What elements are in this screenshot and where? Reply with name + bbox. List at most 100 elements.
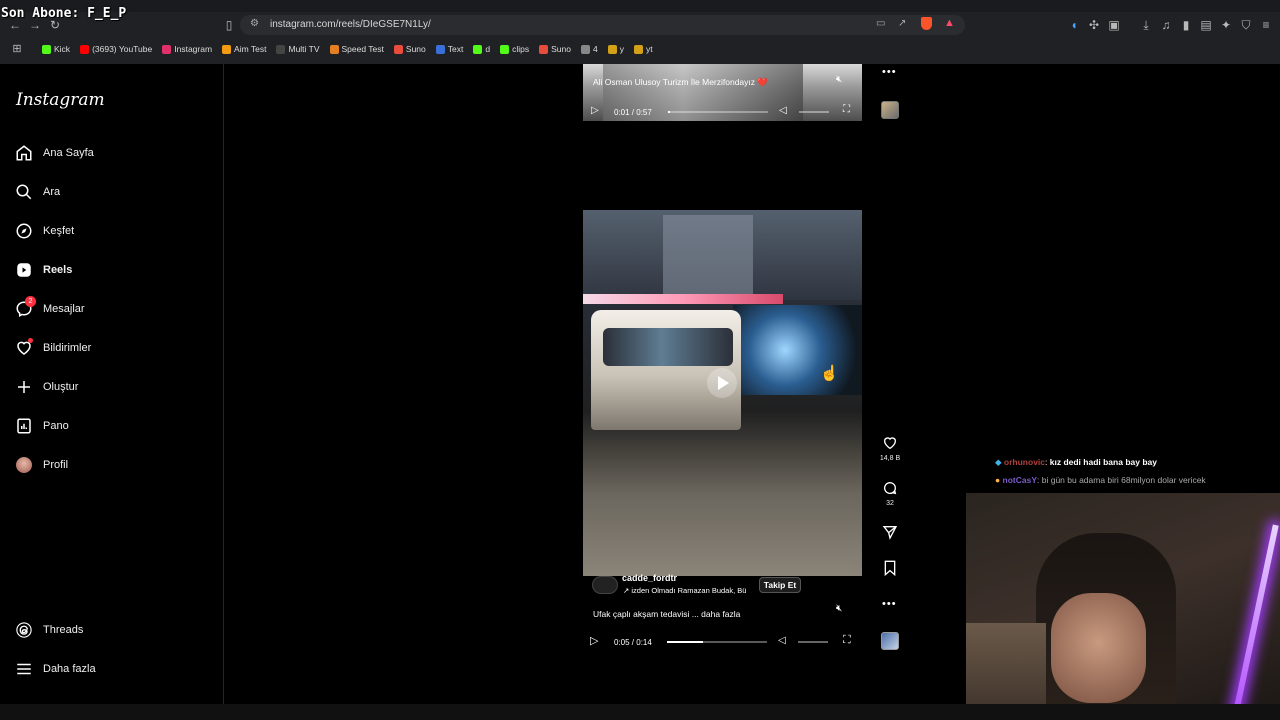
reel2-audio[interactable]: ↗ izden Olmadı Ramazan Budak, Bü [623, 586, 759, 595]
fullscreen-icon[interactable]: ⛶ [843, 104, 850, 115]
reel2-time: 0:05 / 0:14 [614, 638, 652, 647]
download-icon[interactable]: ⤓ [1139, 18, 1153, 32]
avatar-icon [14, 455, 34, 475]
reel-video-2[interactable] [583, 210, 862, 576]
reel1-more-icon[interactable]: ••• [882, 66, 897, 78]
chat-text: kız dedi hadi bana bay bay [1049, 457, 1157, 467]
nav-home[interactable]: Ana Sayfa [14, 141, 94, 165]
chat-text: bi gün bu adama biri 68milyon dolar veri… [1041, 475, 1206, 485]
bookmark-item[interactable]: Aim Test [222, 44, 266, 54]
mute-icon[interactable]: 🔇︎ [836, 74, 842, 85]
tab-strip [0, 0, 1280, 12]
bookmark-item[interactable]: Multi TV [276, 44, 320, 54]
nav-home-label: Ana Sayfa [43, 147, 94, 159]
site-info-icon[interactable]: ⚙ [250, 18, 259, 29]
shop-lights [583, 294, 783, 304]
wallet-icon[interactable]: ▣ [1107, 18, 1121, 32]
extension-icon[interactable]: ◖ [1067, 18, 1081, 32]
instagram-sidebar: Instagram Ana Sayfa Ara Keşfet Reels 2 M… [0, 64, 224, 704]
wet-road [583, 440, 862, 576]
bookmarks-bar: Kick (3693) YouTube Instagram Aim Test Multi… [42, 40, 663, 58]
reel1-progress-track[interactable] [668, 111, 768, 113]
browser-toolbar: ← → ↻ ▯ ⚙ instagram.com/reels/DIeGSE7N1L… [0, 0, 1280, 64]
leo-ai-icon[interactable]: ✦ [1219, 18, 1233, 32]
instagram-logo[interactable]: Instagram [16, 90, 105, 110]
volume-slider[interactable] [799, 111, 829, 113]
nav-messages[interactable]: 2 Mesajlar [14, 296, 85, 321]
puzzle-icon[interactable]: ✣ [1087, 18, 1101, 32]
nav-reels[interactable]: Reels [14, 258, 72, 282]
heart-icon [883, 437, 897, 450]
reel2-more-icon[interactable]: ••• [882, 598, 897, 610]
bookmark-favicon-icon [276, 44, 286, 54]
url-text: instagram.com/reels/DIeGSE7N1Ly/ [270, 19, 431, 30]
browser-menu-icon[interactable]: ≡ [1259, 18, 1273, 32]
bookmark-item[interactable]: Suno [539, 44, 571, 54]
bookmark-item[interactable]: Kick [42, 44, 70, 54]
reel2-audio-thumb[interactable] [881, 632, 899, 650]
fullscreen-icon[interactable]: ⛶ [843, 634, 851, 647]
volume-slider[interactable] [798, 641, 828, 643]
save-button[interactable] [881, 559, 899, 577]
reel2-progress-track[interactable] [667, 641, 767, 643]
bookmark-item[interactable]: Speed Test [329, 44, 384, 54]
nav-search[interactable]: Ara [14, 180, 60, 204]
play-icon[interactable]: ▷ [591, 105, 599, 116]
bookmark-item[interactable]: clips [500, 44, 529, 54]
bookmark-item[interactable]: Instagram [162, 44, 212, 54]
home-icon [14, 143, 34, 163]
bookmark-favicon-icon [162, 44, 172, 54]
chat-message: ◆ orhunovic: kız dedi hadi bana bay bay [995, 457, 1157, 467]
volume-icon[interactable]: ◁ [779, 105, 787, 116]
bookmark-favicon-icon [607, 44, 617, 54]
nav-explore[interactable]: Keşfet [14, 219, 74, 243]
play-icon[interactable]: ▷ [590, 634, 598, 647]
bookmark-item[interactable]: Text [435, 44, 463, 54]
reel2-caption[interactable]: Ufak çaplı akşam tedavisi ... daha fazla [593, 609, 740, 619]
stream-overlay-text: Son Abone: F_E_P [1, 6, 127, 21]
bookmark-item[interactable]: 4 [580, 44, 598, 54]
reel1-audio-thumb[interactable] [881, 101, 899, 119]
messenger-icon: 2 [14, 296, 36, 319]
bookmark-label: 4 [592, 44, 598, 54]
nav-more-label: Daha fazla [43, 663, 96, 675]
volume-icon[interactable]: ◁ [778, 635, 786, 646]
share-button[interactable] [881, 523, 899, 541]
bookmark-item[interactable]: yt [633, 44, 653, 54]
nav-more[interactable]: Daha fazla [14, 657, 96, 681]
follow-button[interactable]: Takip Et [759, 577, 801, 593]
nav-reels-label: Reels [43, 264, 73, 276]
vpn-icon[interactable]: ⛉ [1239, 18, 1253, 32]
chat-username: notCasY [1002, 475, 1037, 485]
nav-notifications-label: Bildirimler [43, 342, 92, 354]
brave-shield-icon[interactable] [921, 17, 932, 30]
nav-threads[interactable]: Threads [14, 618, 83, 642]
bookmark-favicon-icon [42, 44, 51, 54]
like-button[interactable] [881, 434, 899, 452]
bookmark-item[interactable]: Suno [393, 44, 426, 54]
nav-dashboard[interactable]: Pano [14, 414, 69, 438]
address-bar[interactable]: ⚙ instagram.com/reels/DIeGSE7N1Ly/ ▭ ↗ ▲ [240, 15, 965, 35]
bookmark-item[interactable]: d [473, 44, 490, 54]
reel-video-1[interactable]: Ali Osman Ulusoy Turizm İle Merzifondayı… [583, 64, 862, 121]
mute-icon[interactable]: 🔇︎ [836, 603, 842, 614]
nav-notifications[interactable]: Bildirimler [14, 336, 91, 360]
reader-icon[interactable]: ▭ [876, 18, 885, 29]
bookmark-item[interactable]: (3693) YouTube [80, 44, 152, 54]
music-icon[interactable]: ♫ [1159, 18, 1173, 32]
mouse-cursor-icon: ☝ [820, 365, 839, 382]
bookmark-page-icon[interactable]: ▯ [222, 18, 236, 32]
reel2-avatar[interactable] [592, 576, 618, 594]
share-icon[interactable]: ↗ [898, 18, 906, 29]
brave-rewards-icon[interactable]: ▲ [944, 17, 955, 29]
reel2-username[interactable]: cadde_fordtr [622, 573, 677, 583]
nav-profile[interactable]: Profil [14, 453, 68, 477]
like-count: 14,8 B [879, 455, 901, 462]
tabs-icon[interactable]: ▤ [1199, 18, 1213, 32]
sidebar-toggle-icon[interactable]: ▮ [1179, 18, 1193, 32]
bookmark-item[interactable]: y [607, 44, 624, 54]
nav-create[interactable]: Oluştur [14, 375, 78, 399]
comment-button[interactable] [881, 479, 899, 497]
apps-grid-icon[interactable]: ⊞ [10, 42, 24, 56]
center-play-button[interactable] [707, 368, 737, 398]
